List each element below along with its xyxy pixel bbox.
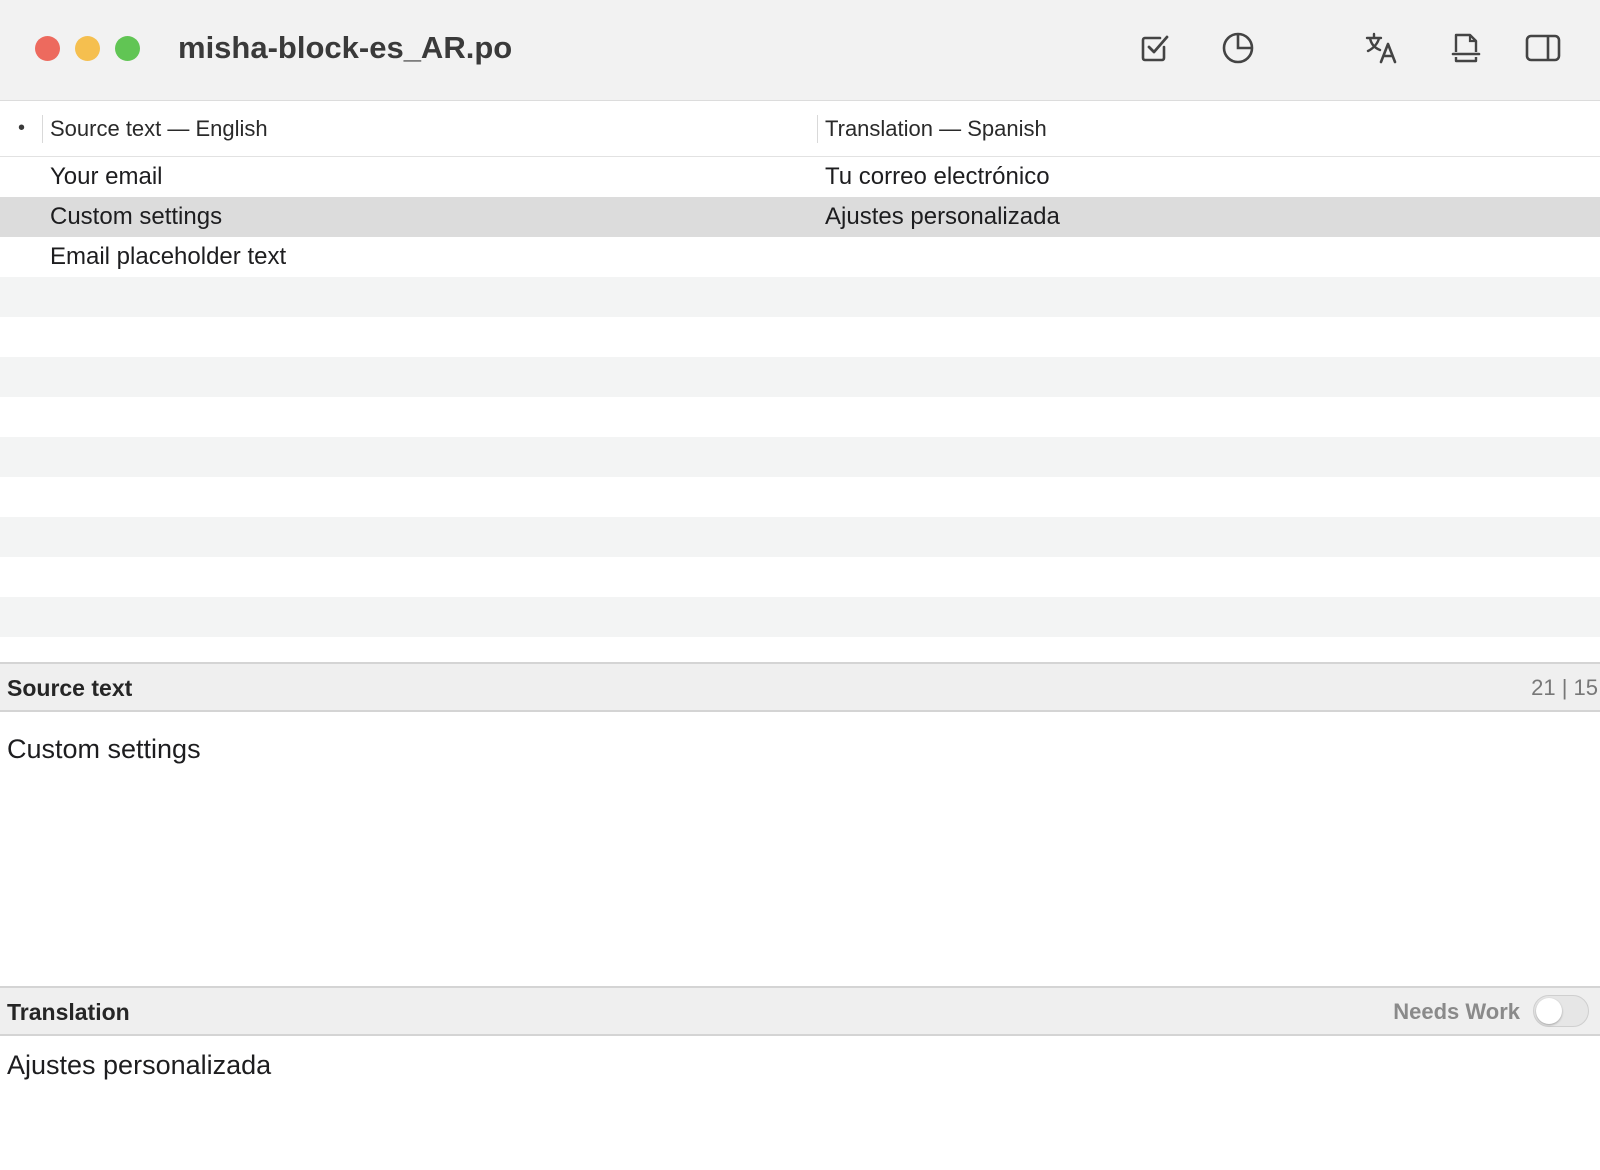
validate-button[interactable] xyxy=(1135,28,1175,68)
table-row-selected[interactable]: Custom settings Ajustes personalizada xyxy=(0,197,1600,237)
needs-work-label: Needs Work xyxy=(1393,999,1520,1024)
table-row[interactable]: Email placeholder text xyxy=(0,237,1600,277)
translation-cell: Tu correo electrónico xyxy=(825,163,1050,190)
document-icon xyxy=(1451,33,1481,63)
empty-row xyxy=(0,357,1600,397)
translate-icon xyxy=(1365,32,1397,64)
source-panel-header: Source text 21 | 15 xyxy=(0,662,1600,712)
source-column-header[interactable]: Source text — English xyxy=(50,114,268,144)
zoom-window-button[interactable] xyxy=(115,36,140,61)
source-text-area[interactable]: Custom settings xyxy=(0,712,1600,986)
sidebar-icon xyxy=(1525,34,1561,62)
statistics-button[interactable] xyxy=(1218,28,1258,68)
window-title: misha-block-es_AR.po xyxy=(178,30,513,65)
source-cell: Email placeholder text xyxy=(50,243,287,270)
title-bar: misha-block-es_AR.po xyxy=(0,0,1600,101)
character-count: 21 | 15 xyxy=(1531,675,1598,700)
source-cell: Custom settings xyxy=(50,203,223,230)
column-divider[interactable] xyxy=(42,115,43,143)
empty-row xyxy=(0,317,1600,357)
empty-row xyxy=(0,477,1600,517)
translation-text: Ajustes personalizada xyxy=(7,1050,272,1080)
strings-table: Your email Tu correo electrónico Custom … xyxy=(0,157,1600,637)
toggle-sidebar-button[interactable] xyxy=(1523,28,1563,68)
translate-button[interactable] xyxy=(1362,28,1402,68)
empty-row xyxy=(0,437,1600,477)
empty-row xyxy=(0,517,1600,557)
empty-row xyxy=(0,397,1600,437)
source-panel-label: Source text xyxy=(7,675,133,701)
needs-work-toggle[interactable] xyxy=(1533,995,1589,1027)
empty-row xyxy=(0,277,1600,317)
status-column-header[interactable]: • xyxy=(18,113,25,143)
empty-row xyxy=(0,597,1600,637)
translation-column-header[interactable]: Translation — Spanish xyxy=(825,114,1047,144)
pie-chart-icon xyxy=(1222,32,1254,64)
table-header: • Source text — English Translation — Sp… xyxy=(0,101,1600,157)
translation-text-area[interactable]: Ajustes personalizada xyxy=(0,1036,1600,1170)
translation-panel-label: Translation xyxy=(7,999,130,1025)
table-row[interactable]: Your email Tu correo electrónico xyxy=(0,157,1600,197)
translation-cell: Ajustes personalizada xyxy=(825,203,1060,230)
column-divider[interactable] xyxy=(817,115,818,143)
empty-row xyxy=(0,557,1600,597)
minimize-window-button[interactable] xyxy=(75,36,100,61)
toggle-knob xyxy=(1536,998,1562,1024)
close-window-button[interactable] xyxy=(35,36,60,61)
checkmark-square-icon xyxy=(1141,35,1169,62)
source-text: Custom settings xyxy=(7,734,201,764)
translation-panel-header: Translation Needs Work xyxy=(0,986,1600,1036)
source-code-button[interactable] xyxy=(1446,28,1486,68)
source-cell: Your email xyxy=(50,163,163,190)
